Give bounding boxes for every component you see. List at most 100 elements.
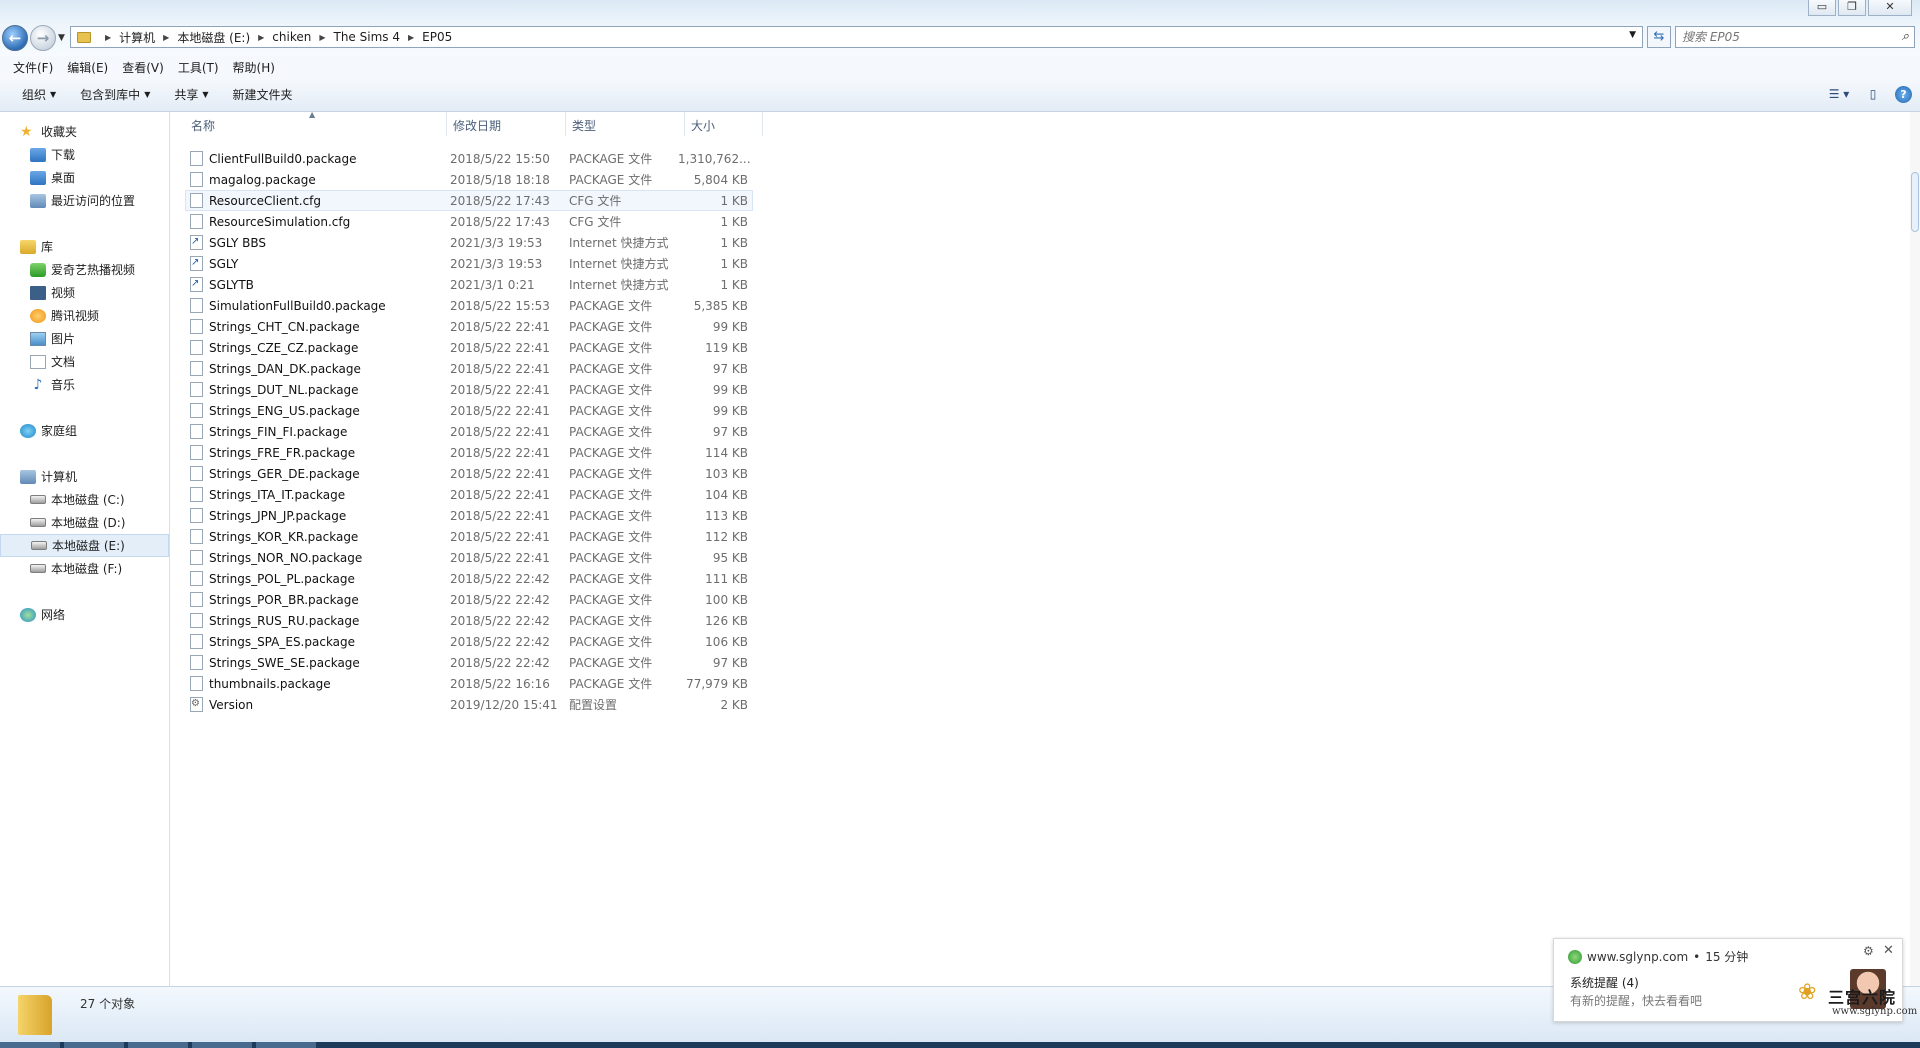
file-name-cell[interactable]: Strings_FIN_FI.package [186,424,448,439]
address-history-dropdown-icon[interactable]: ▼ [1629,30,1636,40]
table-row[interactable]: Strings_KOR_KR.package 2018/5/22 22:41 PAC… [185,526,753,547]
menu-help[interactable]: 帮助(H) [226,59,282,76]
table-row[interactable]: ClientFullBuild0.package 2018/5/22 15:50 P… [185,148,753,169]
table-row[interactable]: Strings_CHT_CN.package 2018/5/22 22:41 PAC… [185,316,753,337]
gear-icon[interactable]: ⚙ [1863,944,1874,958]
breadcrumb-arrow-icon[interactable]: ▶ [319,33,325,42]
table-row[interactable]: Strings_SPA_ES.package 2018/5/22 22:42 PAC… [185,631,753,652]
sidebar-item-videos[interactable]: 视频 [0,281,169,304]
file-name-cell[interactable]: Strings_CHT_CN.package [186,319,448,334]
menu-view[interactable]: 查看(V) [115,59,171,76]
recent-pages-dropdown-icon[interactable]: ▼ [58,33,65,43]
file-name-cell[interactable]: Strings_DAN_DK.package [186,361,448,376]
breadcrumb-arrow-icon[interactable]: ▶ [408,33,414,42]
file-name-cell[interactable]: Strings_DUT_NL.package [186,382,448,397]
breadcrumb-arrow-icon[interactable]: ▶ [258,33,264,42]
file-name-cell[interactable]: Strings_POL_PL.package [186,571,448,586]
sidebar-item-documents[interactable]: 文档 [0,350,169,373]
sidebar-item-favorites[interactable]: ★ 收藏夹 [0,120,169,143]
sidebar-item-drive-d[interactable]: 本地磁盘 (D:) [0,511,169,534]
search-box[interactable]: ⌕ [1675,26,1915,48]
file-name-cell[interactable]: Strings_GER_DE.package [186,466,448,481]
table-row[interactable]: Strings_GER_DE.package 2018/5/22 22:41 PAC… [185,463,753,484]
file-name-cell[interactable]: Version [186,697,448,712]
sidebar-item-downloads[interactable]: 下载 [0,143,169,166]
table-row[interactable]: Strings_ITA_IT.package 2018/5/22 22:41 PAC… [185,484,753,505]
taskbar-item[interactable] [64,1042,124,1048]
breadcrumb-chiken[interactable]: chiken [272,30,311,44]
breadcrumb-ep05[interactable]: EP05 [422,30,452,44]
restore-button[interactable]: ❐ [1838,0,1866,16]
table-row[interactable]: Version 2019/12/20 15:41 配置设置 2 KB [185,694,753,715]
sidebar-item-libraries[interactable]: 库 [0,235,169,258]
file-name-cell[interactable]: ResourceSimulation.cfg [186,214,448,229]
start-button[interactable] [0,1042,60,1048]
sidebar-item-iqiyi-videos[interactable]: 爱奇艺热播视频 [0,258,169,281]
table-row[interactable]: Strings_CZE_CZ.package 2018/5/22 22:41 PAC… [185,337,753,358]
file-name-cell[interactable]: Strings_POR_BR.package [186,592,448,607]
vertical-scrollbar[interactable] [1910,112,1920,986]
table-row[interactable]: Strings_FIN_FI.package 2018/5/22 22:41 PAC… [185,421,753,442]
table-row[interactable]: Strings_DAN_DK.package 2018/5/22 22:41 PAC… [185,358,753,379]
sidebar-item-network[interactable]: 网络 [0,603,169,626]
file-name-cell[interactable]: SGLY BBS [186,235,448,250]
table-row[interactable]: Strings_NOR_NO.package 2018/5/22 22:41 PAC… [185,547,753,568]
sidebar-item-music[interactable]: ♪ 音乐 [0,373,169,396]
table-row[interactable]: Strings_ENG_US.package 2018/5/22 22:41 PAC… [185,400,753,421]
table-row[interactable]: Strings_FRE_FR.package 2018/5/22 22:41 PAC… [185,442,753,463]
minimize-button[interactable]: ▭ [1808,0,1836,16]
table-row[interactable]: Strings_POR_BR.package 2018/5/22 22:42 PAC… [185,589,753,610]
file-name-cell[interactable]: SimulationFullBuild0.package [186,298,448,313]
table-row[interactable]: Strings_POL_PL.package 2018/5/22 22:42 PAC… [185,568,753,589]
preview-pane-icon[interactable]: ▯ [1861,85,1885,103]
table-row[interactable]: magalog.package 2018/5/18 18:18 PACKAGE 文件… [185,169,753,190]
sidebar-item-drive-e[interactable]: 本地磁盘 (E:) [0,534,169,557]
taskbar-item[interactable] [192,1042,252,1048]
table-row[interactable]: thumbnails.package 2018/5/22 16:16 PACKAGE… [185,673,753,694]
table-row[interactable]: SGLYTB 2021/3/1 0:21 Internet 快捷方式 1 KB [185,274,753,295]
file-name-cell[interactable]: SGLYTB [186,277,448,292]
new-folder-button[interactable]: 新建文件夹 [221,86,305,103]
refresh-button[interactable]: ⇆ [1647,26,1671,48]
sidebar-item-recent-places[interactable]: 最近访问的位置 [0,189,169,212]
column-size[interactable]: 大小 [685,112,763,136]
help-icon[interactable]: ? [1895,85,1912,103]
share-button[interactable]: 共享 ▼ [162,86,220,103]
file-name-cell[interactable]: Strings_CZE_CZ.package [186,340,448,355]
table-row[interactable]: Strings_DUT_NL.package 2018/5/22 22:41 PAC… [185,379,753,400]
breadcrumb-computer[interactable]: 计算机 [119,29,155,46]
file-name-cell[interactable]: ResourceClient.cfg [186,193,448,208]
file-name-cell[interactable]: Strings_SWE_SE.package [186,655,448,670]
breadcrumb-root-arrow[interactable]: ▶ [97,33,119,42]
file-name-cell[interactable]: Strings_ITA_IT.package [186,487,448,502]
organize-button[interactable]: 组织 ▼ [10,86,68,103]
file-name-cell[interactable]: thumbnails.package [186,676,448,691]
table-row[interactable]: Strings_JPN_JP.package 2018/5/22 22:41 PAC… [185,505,753,526]
table-row[interactable]: ResourceClient.cfg 2018/5/22 17:43 CFG 文件 1… [185,190,753,211]
taskbar-item[interactable] [256,1042,316,1048]
include-in-library-button[interactable]: 包含到库中 ▼ [68,86,162,103]
sidebar-item-drive-c[interactable]: 本地磁盘 (C:) [0,488,169,511]
file-name-cell[interactable]: magalog.package [186,172,448,187]
file-name-cell[interactable]: Strings_FRE_FR.package [186,445,448,460]
table-row[interactable]: SimulationFullBuild0.package 2018/5/22 15… [185,295,753,316]
search-icon[interactable]: ⌕ [1902,29,1909,44]
file-name-cell[interactable]: ClientFullBuild0.package [186,151,448,166]
sidebar-item-drive-f[interactable]: 本地磁盘 (F:) [0,557,169,580]
table-row[interactable]: SGLY BBS 2021/3/3 19:53 Internet 快捷方式 1 KB [185,232,753,253]
table-row[interactable]: ResourceSimulation.cfg 2018/5/22 17:43 CFG… [185,211,753,232]
menu-file[interactable]: 文件(F) [6,59,60,76]
breadcrumb-drive-e[interactable]: 本地磁盘 (E:) [177,29,250,46]
breadcrumb-arrow-icon[interactable]: ▶ [163,33,169,42]
sidebar-item-desktop[interactable]: 桌面 [0,166,169,189]
column-name[interactable]: 名称 [185,112,447,136]
back-button[interactable]: ← [2,25,28,51]
taskbar-item[interactable] [128,1042,188,1048]
scrollbar-thumb[interactable] [1911,172,1919,232]
sidebar-item-tencent-video[interactable]: 腾讯视频 [0,304,169,327]
file-name-cell[interactable]: Strings_NOR_NO.package [186,550,448,565]
sidebar-item-computer[interactable]: 计算机 [0,465,169,488]
table-row[interactable]: Strings_RUS_RU.package 2018/5/22 22:42 PAC… [185,610,753,631]
breadcrumb-the-sims-4[interactable]: The Sims 4 [334,30,400,44]
file-name-cell[interactable]: Strings_SPA_ES.package [186,634,448,649]
